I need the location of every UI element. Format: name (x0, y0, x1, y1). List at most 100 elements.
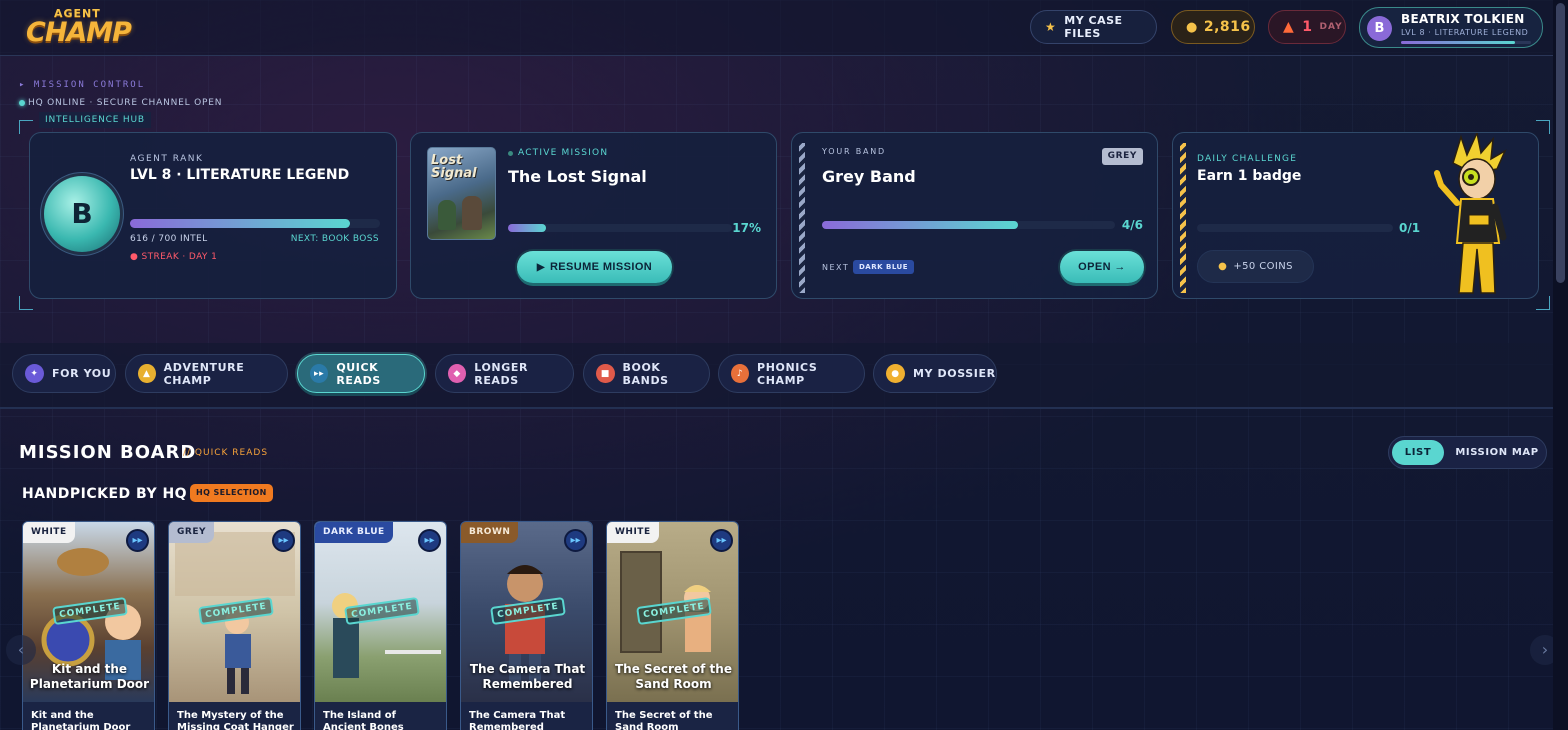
daily-value: Earn 1 badge (1197, 168, 1302, 184)
hq-status: HQ ONLINE · SECURE CHANNEL OPEN (19, 98, 222, 108)
book-title: The Secret of the Sand Room (615, 710, 713, 730)
case-files-button[interactable]: ★ MY CASE FILES (1030, 10, 1157, 44)
mission-board-title: MISSION BOARD (19, 442, 197, 463)
section-title: HANDPICKED BY HQ (22, 486, 188, 502)
coins-icon: ● (1218, 261, 1228, 272)
mission-map-button[interactable]: MISSION MAP (1453, 440, 1541, 465)
coin-value: 2,816 (1203, 19, 1251, 35)
band-badge: DARK BLUE (315, 522, 393, 543)
daily-label: DAILY CHALLENGE (1197, 154, 1298, 164)
star-icon: ★ (1045, 20, 1057, 34)
cover-overlay-title: The Secret of the Sand Room (615, 662, 732, 691)
phonics-icon: ♪ (731, 364, 750, 383)
book-title: The Island of Ancient Bones (323, 710, 404, 730)
book-card[interactable]: DARK BLUE ▸▸ COMPLETE The Island of Anci… (314, 521, 447, 730)
case-files-label: MY CASE FILES (1064, 14, 1123, 40)
carousel-prev-button[interactable]: ‹ (6, 635, 36, 665)
book-card[interactable]: WHITE ▸▸ COMPLETE The Secret of the Sand… (606, 521, 739, 730)
active-mission-title: The Lost Signal (508, 167, 647, 186)
fast-forward-icon: ▸▸ (418, 529, 441, 552)
mission-progress-percent: 17% (732, 221, 761, 235)
band-value: Grey Band (822, 167, 916, 186)
next-band-label: NEXT (822, 263, 850, 272)
user-level: LVL 8 · LITERATURE LEGEND (1401, 28, 1529, 37)
tab-book-bands[interactable]: ■ BOOK BANDS (583, 354, 710, 393)
category-tab-bar: ✦ FOR YOU ▲ ADVENTURE CHAMP ▸▸ QUICK READS … (0, 343, 1553, 409)
cover-title: Lost Signal (431, 153, 477, 181)
streak-unit: DAY (1319, 22, 1343, 32)
band-badge: GREY (1101, 148, 1143, 165)
tab-quick-reads[interactable]: ▸▸ QUICK READS (297, 354, 425, 393)
band-badge: GREY (169, 522, 214, 543)
band-progress-bar (822, 221, 1115, 229)
chevron-right-icon: › (1541, 640, 1549, 659)
flame-icon: ▲ (1283, 19, 1295, 35)
daily-progress-bar (1197, 224, 1393, 232)
book-card[interactable]: GREY ▸▸ COMPLETE The Mystery of the Miss… (168, 521, 301, 730)
scrollbar-thumb[interactable] (1556, 3, 1565, 283)
open-band-button[interactable]: OPEN → (1060, 251, 1144, 283)
fast-forward-icon: ▸▸ (710, 529, 733, 552)
avatar: B (1367, 16, 1392, 41)
rank-progress-bar (130, 219, 380, 228)
online-dot-icon (19, 100, 25, 106)
top-header: AGENT CHAMP ★ MY CASE FILES ● 2,816 ▲ 1 … (0, 0, 1553, 56)
agent-champ-logo[interactable]: AGENT CHAMP (24, 6, 144, 50)
for-you-icon: ✦ (25, 364, 44, 383)
mission-control-label: ▸ MISSION CONTROL (19, 80, 146, 90)
fast-forward-icon: ▸▸ (272, 529, 295, 552)
daily-stripe (1180, 143, 1186, 293)
longer-reads-icon: ◆ (448, 364, 467, 383)
band-card: YOUR BAND Grey Band GREY 4/6 NEXT DARK B… (791, 132, 1158, 299)
logo-bottom-text: CHAMP (26, 17, 132, 48)
list-view-button[interactable]: LIST (1392, 440, 1444, 465)
streak-value: 1 (1302, 19, 1313, 35)
streak-status: ● STREAK · DAY 1 (130, 252, 218, 262)
tab-for-you[interactable]: ✦ FOR YOU (12, 354, 116, 393)
user-name: BEATRIX TOLKIEN (1401, 12, 1525, 26)
book-title: Kit and the Planetarium Door (31, 710, 131, 730)
daily-reward: ● +50 COINS (1197, 250, 1314, 283)
coin-counter[interactable]: ● 2,816 (1171, 10, 1255, 44)
resume-mission-button[interactable]: ▶ RESUME MISSION (517, 251, 672, 283)
tab-adventure-champ[interactable]: ▲ ADVENTURE CHAMP (125, 354, 288, 393)
fast-forward-icon: ▸▸ (310, 364, 329, 383)
mission-progress-bar (508, 224, 732, 232)
resume-label: RESUME MISSION (549, 261, 653, 273)
active-mission-label: ACTIVE MISSION (508, 148, 608, 158)
cover-overlay-title: The Camera That Remembered (469, 662, 586, 691)
band-label: YOUR BAND (822, 147, 887, 156)
band-badge: WHITE (23, 522, 75, 543)
active-mission-card: Lost Signal ACTIVE MISSION The Lost Sign… (410, 132, 777, 299)
page-scrollbar[interactable] (1553, 0, 1568, 730)
intelligence-hub-label: INTELLIGENCE HUB (39, 112, 151, 128)
band-badge: BROWN (461, 522, 519, 543)
tab-my-dossier[interactable]: ● MY DOSSIER (873, 354, 997, 393)
agent-mascot-illustration (1434, 133, 1507, 294)
book-title: The Camera That Remembered (469, 710, 566, 730)
hq-selection-badge: HQ SELECTION (190, 484, 273, 502)
coins-icon: ● (1186, 19, 1198, 35)
book-cover-image[interactable]: Lost Signal (427, 147, 496, 240)
book-card[interactable]: BROWN ▸▸ COMPLETE The Camera That Rememb… (460, 521, 593, 730)
fast-forward-icon: ▸▸ (126, 529, 149, 552)
status-dot-icon (508, 150, 513, 156)
mission-board-subtitle: // QUICK READS (183, 448, 269, 458)
bookmark-icon: ■ (596, 364, 615, 383)
book-card[interactable]: WHITE ▸▸ COMPLETE Kit and the Planetariu… (22, 521, 155, 730)
book-title: The Mystery of the Missing Coat Hanger (177, 710, 294, 730)
user-profile-button[interactable]: B BEATRIX TOLKIEN LVL 8 · LITERATURE LEG… (1359, 7, 1543, 48)
tab-longer-reads[interactable]: ◆ LONGER READS (435, 354, 574, 393)
intel-count: 616 / 700 INTEL (130, 234, 208, 244)
fast-forward-icon: ▸▸ (564, 529, 587, 552)
chevron-left-icon: ‹ (17, 640, 25, 659)
play-icon: ▶ (536, 261, 545, 273)
rank-avatar: B (44, 176, 120, 252)
rank-label: AGENT RANK (130, 154, 204, 164)
tab-phonics-champ[interactable]: ♪ PHONICS CHAMP (718, 354, 865, 393)
band-progress-count: 4/6 (1121, 218, 1143, 232)
hq-status-text: HQ ONLINE · SECURE CHANNEL OPEN (28, 98, 223, 108)
user-xp-bar (1401, 41, 1531, 44)
streak-counter[interactable]: ▲ 1 DAY (1268, 10, 1346, 44)
rank-value: LVL 8 · LITERATURE LEGEND (130, 167, 350, 183)
